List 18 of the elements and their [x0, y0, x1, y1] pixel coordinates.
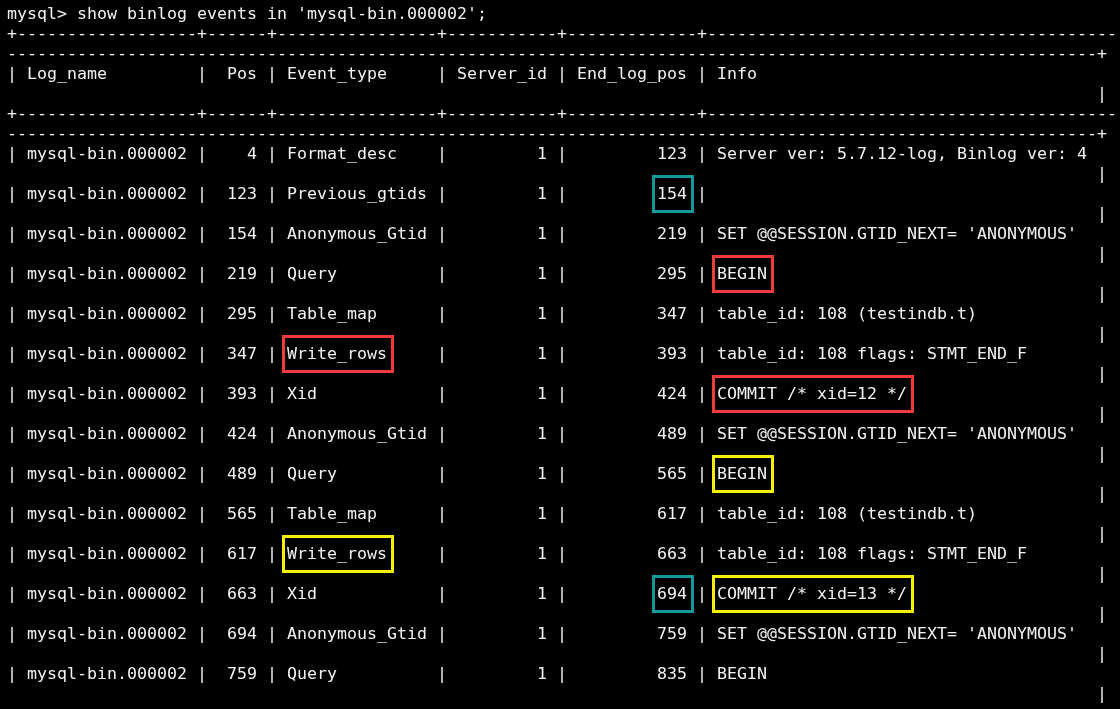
table-row-text: | mysql-bin.000002 | 617 | Write_rows | 1 | 663 | table_id: 108 flags: STMT_END_F | — [7, 544, 1108, 584]
table-row-text: | mysql-bin.000002 | 295 | Table_map | 1 | 347 | table_id: 108 (testindb.t) | — [7, 304, 1108, 344]
table-header: | Log_name | Pos | Event_type | Server_id | End_log_pos | Info | — [7, 64, 1108, 104]
table-row-text: | mysql-bin.000002 | 347 | Write_rows | 1 | 393 | table_id: 108 flags: STMT_END_F | — [7, 344, 1108, 384]
table-row-text: | mysql-bin.000002 | 489 | Query | 1 | 565 | BEGIN | — [7, 464, 1108, 504]
table-row-text: | mysql-bin.000002 | 154 | Anonymous_Gtid | 1 | 219 | SET @@SESSION.GTID_NEXT= 'ANONYMOUS' | — [7, 224, 1108, 264]
table-row-text: | mysql-bin.000002 | 393 | Xid | 1 | 424 | COMMIT /* xid=12 */ | — [7, 384, 1108, 424]
table-row-text: | mysql-bin.000002 | 663 | Xid | 1 | 694 | COMMIT /* xid=13 */ | — [7, 584, 1108, 624]
table-border: +------------------+------+----------------+-----------+-------------+----------------------------------------- -------------------------------------------------------------------------------------------------------------+ — [7, 24, 1117, 64]
table-row-text: | mysql-bin.000002 | 219 | Query | 1 | 295 | BEGIN | — [7, 264, 1108, 304]
command-line: mysql> show binlog events in 'mysql-bin.000002'; — [7, 4, 487, 24]
table-row-text: | mysql-bin.000002 | 565 | Table_map | 1 | 617 | table_id: 108 (testindb.t) | — [7, 504, 1108, 544]
table-row-text: | mysql-bin.000002 | 4 | Format_desc | 1 | 123 | Server ver: 5.7.12-log, Binlog ver: 4 | — [7, 144, 1108, 184]
table-row-text: | mysql-bin.000002 | 759 | Query | 1 | 835 | BEGIN | — [7, 664, 1108, 704]
table-row-text: | mysql-bin.000002 | 123 | Previous_gtids | 1 | 154 | | — [7, 184, 1108, 224]
table-row-text: | mysql-bin.000002 | 424 | Anonymous_Gtid | 1 | 489 | SET @@SESSION.GTID_NEXT= 'ANONYMOUS' | — [7, 424, 1108, 464]
table-row-text: | mysql-bin.000002 | 694 | Anonymous_Gtid | 1 | 759 | SET @@SESSION.GTID_NEXT= 'ANONYMOUS' | — [7, 624, 1108, 664]
table-border: +------------------+------+----------------+-----------+-------------+----------------------------------------- -------------------------------------------------------------------------------------------------------------+ — [7, 104, 1117, 144]
